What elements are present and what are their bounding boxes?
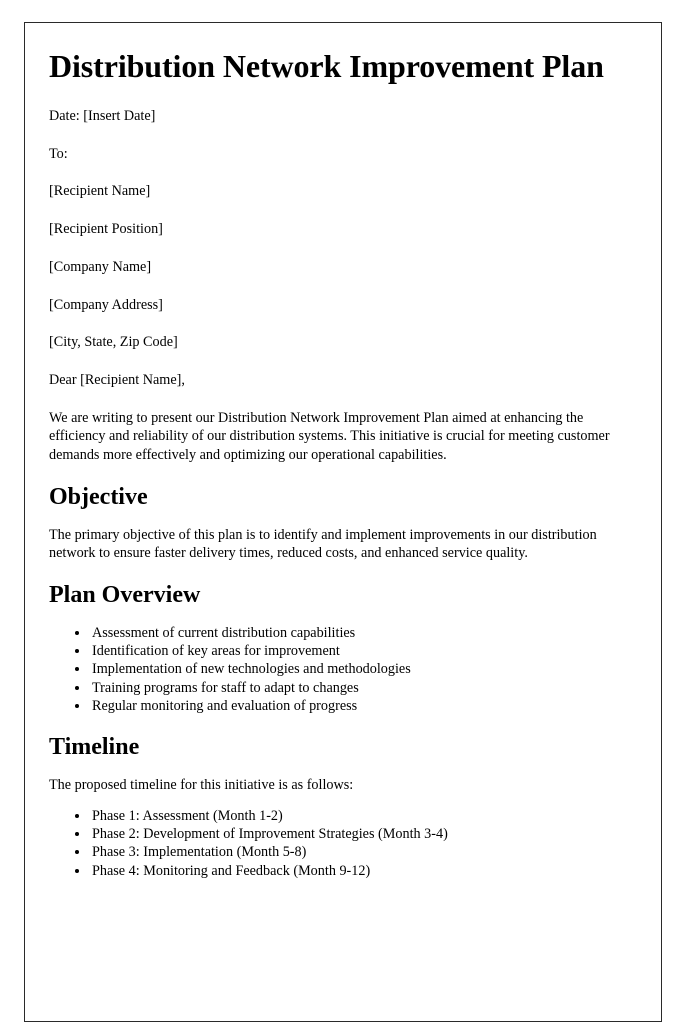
document-page: Distribution Network Improvement Plan Da…	[24, 22, 662, 1022]
objective-paragraph: The primary objective of this plan is to…	[49, 526, 597, 562]
document-body: Distribution Network Improvement Plan Da…	[25, 23, 661, 880]
list-item: Phase 4: Monitoring and Feedback (Month …	[90, 862, 631, 880]
section-heading-timeline: Timeline	[49, 734, 140, 761]
date-line: Date: [Insert Date]	[49, 107, 156, 124]
recipient-name: [Recipient Name]	[49, 183, 151, 200]
list-item: Phase 1: Assessment (Month 1-2)	[90, 807, 631, 825]
list-item: Phase 3: Implementation (Month 5-8)	[90, 843, 631, 861]
section-heading-plan-overview: Plan Overview	[49, 582, 201, 609]
timeline-list: Phase 1: Assessment (Month 1-2) Phase 2:…	[49, 807, 631, 880]
list-item: Training programs for staff to adapt to …	[90, 679, 631, 697]
recipient-address: [Company Address]	[49, 296, 163, 313]
list-item: Implementation of new technologies and m…	[90, 660, 631, 678]
to-label: To:	[49, 145, 68, 162]
timeline-lead-in: The proposed timeline for this initiativ…	[49, 777, 354, 794]
recipient-city-state-zip: [City, State, Zip Code]	[49, 334, 178, 351]
recipient-company: [Company Name]	[49, 258, 152, 275]
recipient-position: [Recipient Position]	[49, 221, 163, 238]
page-title: Distribution Network Improvement Plan	[49, 48, 604, 84]
salutation: Dear [Recipient Name],	[49, 371, 185, 388]
list-item: Phase 2: Development of Improvement Stra…	[90, 825, 631, 843]
intro-paragraph: We are writing to present our Distributi…	[49, 409, 610, 464]
section-heading-objective: Objective	[49, 483, 148, 510]
list-item: Identification of key areas for improvem…	[90, 642, 631, 660]
plan-overview-list: Assessment of current distribution capab…	[49, 624, 631, 715]
list-item: Assessment of current distribution capab…	[90, 624, 631, 642]
list-item: Regular monitoring and evaluation of pro…	[90, 697, 631, 715]
